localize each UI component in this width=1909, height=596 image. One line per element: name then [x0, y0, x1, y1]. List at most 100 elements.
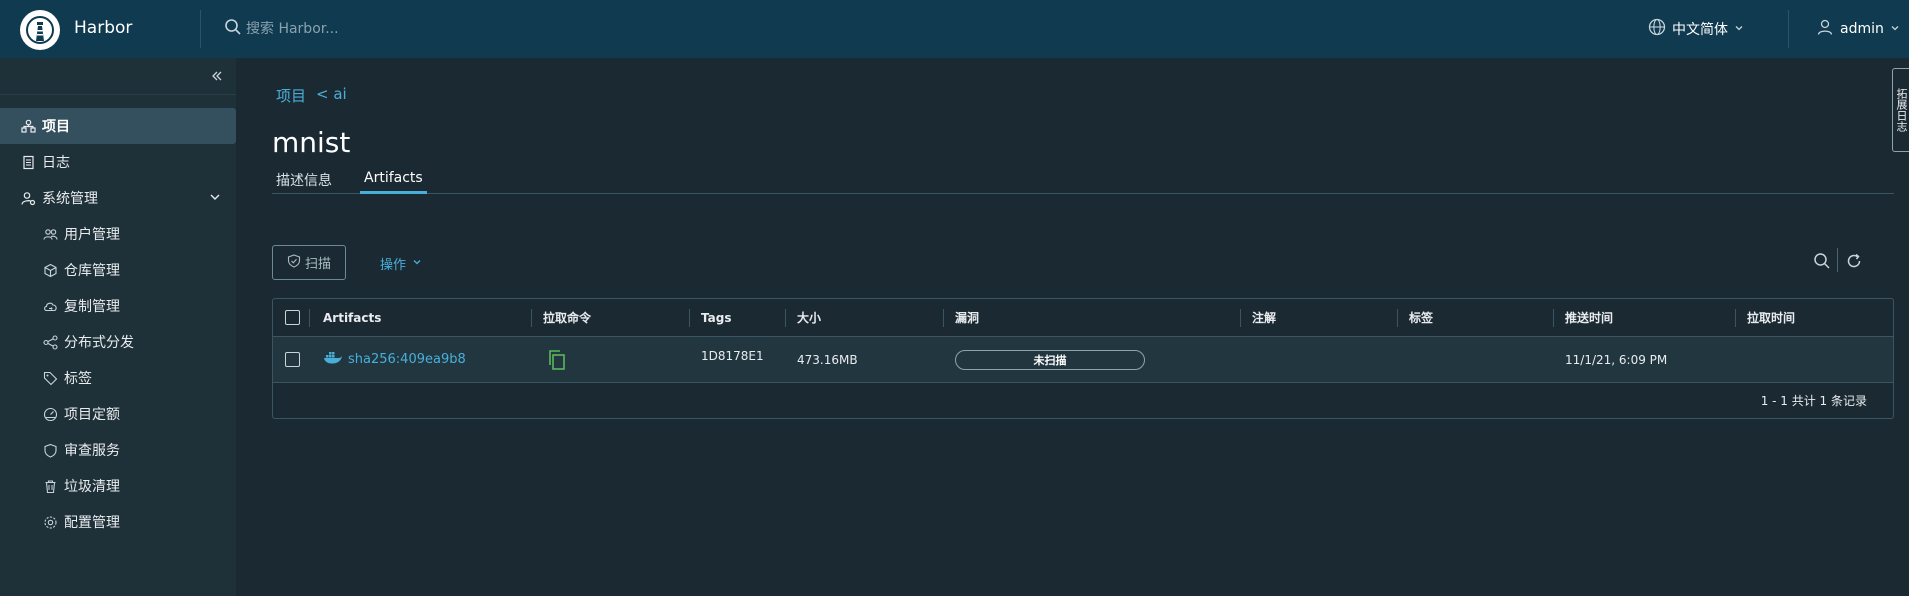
sidebar-item-distribution[interactable]: 分布式分发 [0, 324, 236, 360]
language-selector[interactable]: 中文简体 [1648, 18, 1744, 40]
chevron-down-icon[interactable] [208, 190, 222, 208]
brand-name[interactable]: Harbor [74, 18, 132, 38]
language-label: 中文简体 [1672, 22, 1728, 38]
artifact-digest-link[interactable]: sha256:409ea9b8 [348, 352, 466, 367]
copy-pull-command-icon[interactable] [547, 337, 567, 382]
quota-icon [42, 406, 58, 422]
shield-check-icon [287, 253, 301, 272]
sidebar-item-labels[interactable]: 标签 [0, 360, 236, 396]
breadcrumb-project-link[interactable]: < ai [316, 85, 347, 106]
page-title: mnist [272, 126, 351, 159]
column-header-vulnerabilities[interactable]: 漏洞 [955, 299, 979, 336]
tags-cell: 1D8178E1 [701, 349, 764, 363]
harbor-logo-icon[interactable] [20, 10, 60, 50]
column-header-pull-time[interactable]: 拉取时间 [1747, 299, 1795, 336]
header-divider [200, 10, 201, 48]
globe-icon [1648, 18, 1666, 40]
sidebar-item-users[interactable]: 用户管理 [0, 216, 236, 252]
sidebar-item-projects[interactable]: 项目 [0, 108, 236, 144]
sidebar-item-label: 用户管理 [64, 227, 120, 243]
table-footer: 1 - 1 共计 1 条记录 [273, 384, 1893, 418]
global-search[interactable] [224, 18, 486, 40]
chevron-down-icon [1890, 21, 1900, 37]
tab-info[interactable]: 描述信息 [272, 170, 336, 190]
sidebar-item-quotas[interactable]: 项目定额 [0, 396, 236, 432]
sidebar-item-garbage-collection[interactable]: 垃圾清理 [0, 468, 236, 504]
column-header-annotations[interactable]: 注解 [1252, 299, 1276, 336]
artifacts-table: Artifacts 拉取命令 Tags 大小 漏洞 注解 标签 推送时间 拉取时… [272, 298, 1894, 419]
sidebar-divider [0, 94, 236, 95]
sidebar-item-label: 配置管理 [64, 515, 120, 531]
sidebar-item-label: 标签 [64, 371, 92, 387]
user-icon [1816, 18, 1834, 40]
column-separator [1735, 309, 1736, 327]
sidebar-item-label: 系统管理 [42, 191, 98, 207]
select-all-checkbox[interactable] [285, 299, 300, 336]
scan-label: 扫描 [304, 257, 331, 272]
column-separator [689, 309, 690, 327]
sidebar-item-label: 项目定额 [64, 407, 120, 423]
sidebar-item-configuration[interactable]: 配置管理 [0, 504, 236, 540]
refresh-icon[interactable] [1845, 252, 1863, 274]
column-header-push-time[interactable]: 推送时间 [1565, 299, 1613, 336]
vulnerability-cell: 未扫描 [955, 337, 1145, 382]
column-separator [309, 309, 310, 327]
actions-dropdown[interactable]: 操作 [380, 254, 422, 273]
collapse-sidebar-icon[interactable] [210, 68, 224, 87]
table-header: Artifacts 拉取命令 Tags 大小 漏洞 注解 标签 推送时间 拉取时… [273, 299, 1893, 337]
distribution-icon [42, 334, 58, 350]
replication-icon [42, 298, 58, 314]
sidebar-item-label: 项目 [42, 119, 70, 135]
header-divider [1788, 10, 1789, 48]
filter-search-icon[interactable] [1813, 252, 1831, 274]
app-header: Harbor 中文简体 admin [0, 0, 1909, 58]
pagination-summary: 1 - 1 共计 1 条记录 [1760, 394, 1867, 408]
tab-artifacts[interactable]: Artifacts [360, 170, 427, 194]
log-icon [20, 154, 36, 170]
column-header-size[interactable]: 大小 [797, 299, 821, 336]
sidebar-item-label: 分布式分发 [64, 335, 134, 351]
user-menu[interactable]: admin [1816, 18, 1900, 40]
admin-icon [20, 190, 36, 206]
tag-icon [42, 370, 58, 386]
sidebar-item-logs[interactable]: 日志 [0, 144, 236, 180]
projects-icon [20, 118, 36, 134]
breadcrumb: 项目 < ai [276, 85, 347, 106]
registry-icon [42, 262, 58, 278]
scan-button[interactable]: 扫描 [272, 245, 346, 280]
user-name: admin [1840, 21, 1884, 37]
column-separator [1240, 309, 1241, 327]
size-cell: 473.16MB [797, 352, 858, 367]
sidebar-item-replications[interactable]: 复制管理 [0, 288, 236, 324]
side-panel-tab[interactable]: 拓展日志 [1892, 68, 1909, 152]
toolbar-divider [1837, 248, 1838, 272]
sidebar-item-label: 复制管理 [64, 299, 120, 315]
chevron-down-icon [1734, 21, 1744, 37]
column-separator [785, 309, 786, 327]
sidebar-item-registries[interactable]: 仓库管理 [0, 252, 236, 288]
table-row[interactable]: sha256:409ea9b8 1D8178E1 473.16MB 未扫描 11… [273, 337, 1893, 383]
row-checkbox[interactable] [285, 337, 300, 382]
not-scanned-badge: 未扫描 [955, 349, 1145, 370]
sidebar-item-interrogation-services[interactable]: 审查服务 [0, 432, 236, 468]
column-header-tags[interactable]: Tags [701, 299, 731, 336]
column-separator [1397, 309, 1398, 327]
column-header-labels[interactable]: 标签 [1409, 299, 1433, 336]
sidebar-item-label: 审查服务 [64, 443, 120, 459]
sidebar-item-administration[interactable]: 系统管理 [0, 180, 236, 216]
repository-tabs: 描述信息 Artifacts [272, 168, 1894, 194]
docker-icon [323, 351, 343, 368]
sidebar-item-label: 仓库管理 [64, 263, 120, 279]
trash-icon [42, 478, 58, 494]
artifact-cell: sha256:409ea9b8 [323, 337, 466, 382]
search-input[interactable] [246, 21, 486, 37]
column-separator [943, 309, 944, 327]
column-header-artifacts[interactable]: Artifacts [323, 299, 381, 336]
breadcrumb-projects-link[interactable]: 项目 [276, 85, 306, 106]
push-time-cell: 11/1/21, 6:09 PM [1565, 352, 1668, 367]
column-separator [1553, 309, 1554, 327]
search-icon[interactable] [224, 18, 242, 40]
chevron-down-icon [412, 256, 422, 271]
sidebar-item-label: 日志 [42, 155, 70, 171]
column-header-pull-command[interactable]: 拉取命令 [543, 299, 591, 336]
